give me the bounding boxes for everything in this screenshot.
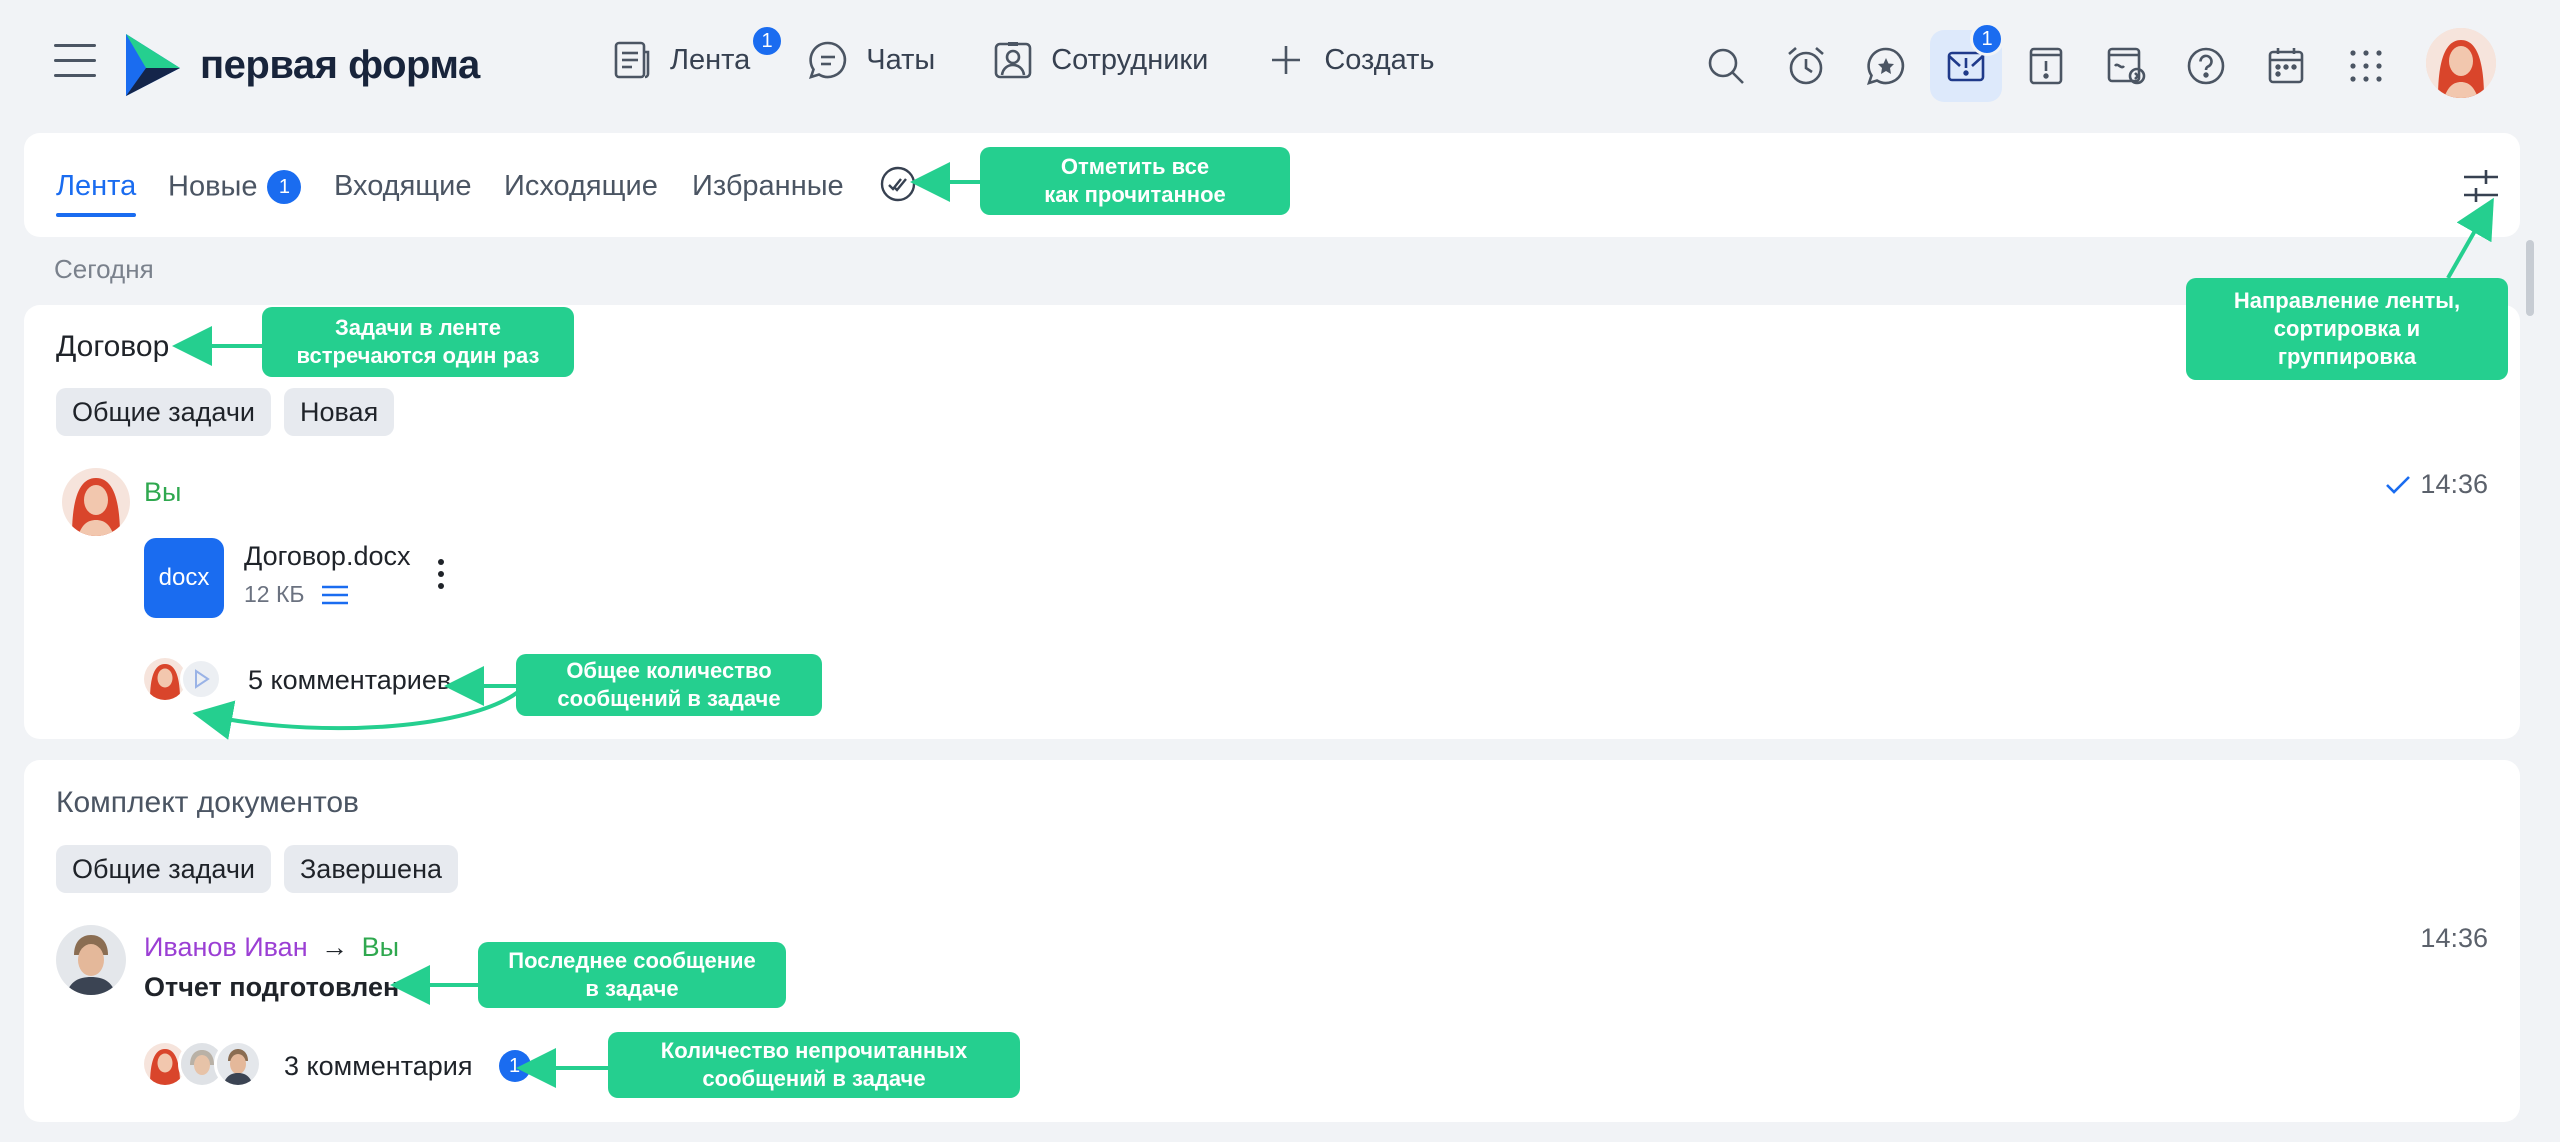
scrollbar[interactable] (2526, 240, 2534, 316)
task-title[interactable]: Комплект документов (56, 786, 359, 820)
calendar-button[interactable] (2250, 30, 2322, 102)
message-author[interactable]: Иванов Иван (144, 932, 308, 962)
chat-icon (809, 41, 847, 79)
nav-feed-badge: 1 (750, 24, 784, 58)
alert-icon (2029, 47, 2063, 85)
favorites-button[interactable] (1850, 30, 1922, 102)
comments-count[interactable]: 5 комментариев (248, 665, 451, 696)
task-card[interactable]: Комплект документов Общие задачи Заверше… (24, 760, 2520, 1122)
nav-item-feed[interactable]: Лента 1 (610, 24, 784, 82)
tab-outgoing[interactable]: Исходящие (504, 170, 658, 203)
important-mail-button[interactable]: 1 (1930, 22, 2004, 102)
commenter-avatar (214, 1040, 262, 1088)
last-message-text[interactable]: Отчет подготовлен (144, 972, 399, 1003)
message-time: 14:36 (2384, 469, 2488, 500)
nav-item-employees[interactable]: Сотрудники (991, 38, 1208, 82)
menu-icon[interactable] (54, 44, 96, 78)
search-button[interactable] (1690, 30, 1762, 102)
callout-last-message: Последнее сообщение в задаче (478, 942, 786, 1008)
logo-text: первая форма (200, 42, 480, 87)
message-author-line: Иванов Иван → Вы (144, 932, 399, 963)
alerts-button[interactable] (2010, 30, 2082, 102)
task-chip-category[interactable]: Общие задачи (56, 845, 272, 893)
file-info-list-icon[interactable] (320, 583, 350, 607)
important-mail-badge: 1 (1970, 22, 2004, 56)
tab-new[interactable]: Новые 1 (168, 170, 302, 204)
comments-count[interactable]: 3 комментария 1 (284, 1050, 531, 1082)
author-avatar[interactable] (56, 925, 126, 995)
search-icon (1708, 48, 1744, 84)
message-time: 14:36 (2420, 923, 2488, 953)
tab-favorites[interactable]: Избранные (692, 170, 844, 203)
nav-item-chats[interactable]: Чаты (806, 38, 935, 82)
tab-incoming[interactable]: Входящие (334, 170, 472, 203)
nav-label-employees: Сотрудники (1051, 43, 1209, 76)
nav-label-feed: Лента (670, 43, 751, 76)
section-label-today: Сегодня (54, 254, 154, 284)
unread-count-badge: 1 (498, 1050, 531, 1082)
header-tools: 1 (1690, 22, 2410, 102)
top-header: первая форма Лента 1 Чаты Сотрудники Соз… (0, 0, 2560, 130)
feed-icon (614, 41, 650, 79)
nav-item-create[interactable]: Создать (1264, 38, 1435, 82)
callout-feed-direction: Направление ленты, сортировка и группировк… (2186, 278, 2508, 380)
logo-mark-icon (126, 34, 180, 96)
nav-label-chats: Чаты (866, 43, 936, 76)
callout-tasks-once: Задачи в ленте встречаются один раз (262, 307, 574, 377)
file-name[interactable]: Договор.docx (244, 541, 410, 572)
logo[interactable]: первая форма (124, 34, 480, 96)
task-chip-status[interactable]: Завершена (284, 845, 459, 893)
message-author[interactable]: Вы (144, 477, 181, 508)
favorite-star-icon (1866, 47, 1905, 85)
help-icon (2187, 47, 2225, 85)
tab-new-badge: 1 (267, 170, 302, 204)
tab-feed[interactable]: Лента (56, 170, 137, 217)
plus-icon (1272, 46, 1301, 74)
file-size: 12 КБ (244, 581, 350, 608)
employees-icon (994, 42, 1032, 79)
alarm-clock-icon (1788, 47, 1824, 85)
callout-total-messages: Общее количество сообщений в задаче (516, 654, 822, 716)
mark-all-read-icon[interactable] (878, 164, 918, 204)
help-button[interactable] (2170, 30, 2242, 102)
calendar-icon (2268, 48, 2304, 84)
task-chip-category[interactable]: Общие задачи (56, 388, 272, 436)
read-check-icon (2386, 475, 2411, 494)
apps-grid-icon (2350, 50, 2382, 82)
feed-settings-icon[interactable] (2460, 165, 2502, 207)
task-chip-status[interactable]: Новая (284, 388, 395, 436)
file-more-icon[interactable] (438, 559, 448, 595)
nav-label-create: Создать (1324, 43, 1435, 76)
reminders-button[interactable] (1770, 30, 1842, 102)
send-circle-icon (180, 658, 222, 700)
author-avatar[interactable] (62, 468, 130, 536)
main-nav: Лента 1 Чаты Сотрудники Создать (610, 24, 1491, 82)
user-avatar[interactable] (2426, 28, 2496, 98)
file-type-icon[interactable]: docx (144, 538, 224, 618)
task-title[interactable]: Договор (56, 330, 169, 364)
callout-unread-messages: Количество непрочитанных сообщений в зада… (608, 1032, 1020, 1098)
apps-button[interactable] (2330, 30, 2402, 102)
callout-mark-all-read: Отметить все как прочитанное (980, 147, 1290, 215)
message-recipient[interactable]: Вы (362, 932, 399, 962)
arrow-right-icon: → (321, 932, 349, 962)
approvals-button[interactable] (2090, 30, 2162, 102)
document-transfer-icon (2107, 47, 2146, 85)
